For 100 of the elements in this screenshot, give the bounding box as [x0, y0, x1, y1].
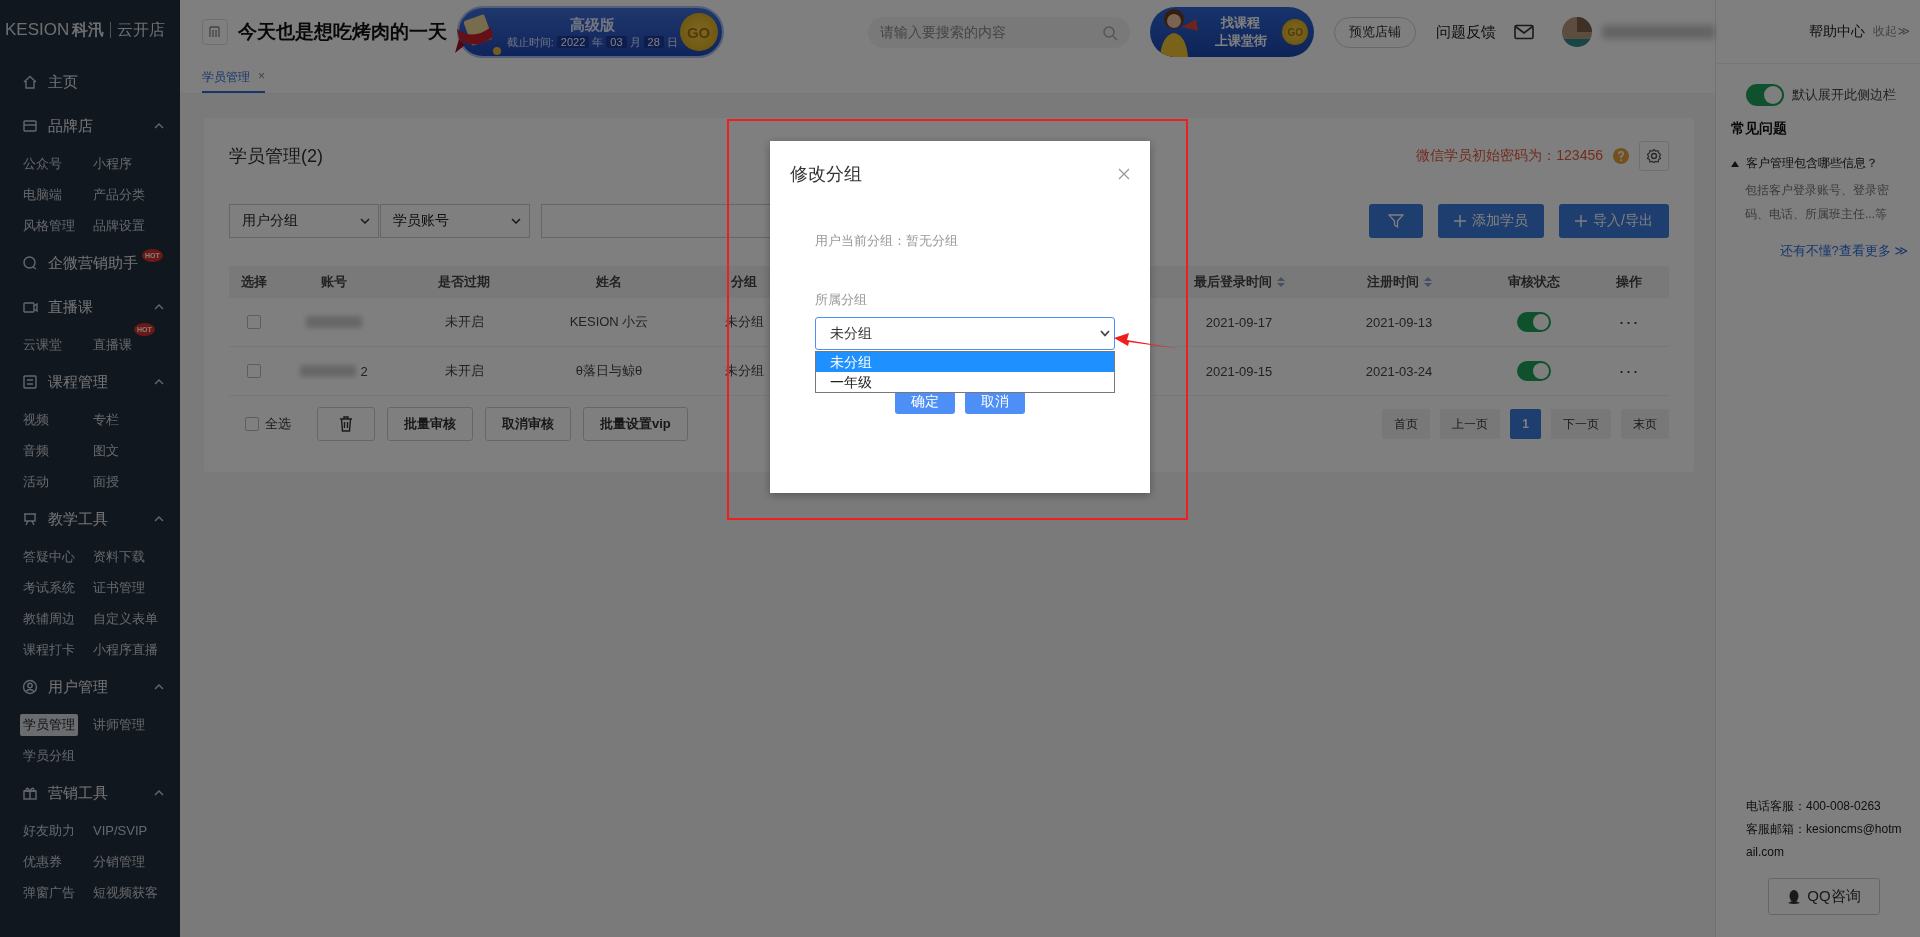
page-button[interactable]: 末页 [1621, 409, 1669, 439]
nav-item[interactable]: 答疑中心 [20, 545, 78, 568]
nav-group[interactable]: 营销工具 [0, 771, 180, 815]
dropdown-option[interactable]: 未分组 [816, 352, 1114, 372]
select-field[interactable]: 学员账号 [380, 204, 530, 238]
nav-item[interactable]: 优惠券 [20, 850, 65, 873]
nav-group[interactable]: 主页 [0, 60, 180, 104]
column-header[interactable]: 注册时间 [1319, 266, 1479, 298]
sort-icon [1423, 277, 1432, 287]
column-header[interactable]: 最后登录时间 [1159, 266, 1319, 298]
penguin-icon [1787, 888, 1802, 905]
settings-button[interactable] [1639, 141, 1669, 171]
checkbox[interactable] [245, 417, 259, 431]
table-cell: 未开启 [444, 362, 484, 380]
nav-item[interactable]: 公众号 [20, 152, 65, 175]
nav-item[interactable]: 风格管理 [20, 214, 78, 237]
settings-icon [1646, 148, 1662, 164]
close-button[interactable] [1116, 166, 1132, 182]
checkbox[interactable] [247, 364, 261, 378]
nav-item[interactable]: 分销管理 [90, 850, 148, 873]
nav-item[interactable]: 学员管理 [20, 713, 78, 736]
nav-item[interactable]: 云课堂 [20, 333, 65, 356]
nav-item[interactable]: 证书管理 [90, 576, 148, 599]
date-unit: 月 [629, 34, 641, 50]
nav-item[interactable]: 面授 [90, 470, 122, 493]
toggle-switch[interactable] [1746, 84, 1784, 106]
filter-icon [1388, 214, 1405, 228]
batch-button[interactable]: 批量审核 [387, 407, 473, 441]
feedback-link[interactable]: 问题反馈 [1436, 22, 1497, 42]
nav-item[interactable]: 教辅周边 [20, 607, 78, 630]
select-field[interactable]: 用户分组 [229, 204, 379, 238]
qq-button[interactable]: QQ咨询 [1768, 878, 1880, 915]
nav-group[interactable]: 品牌店 [0, 104, 180, 148]
nav-item[interactable]: 资料下载 [90, 545, 148, 568]
nav-item[interactable]: 直播课 [90, 333, 135, 356]
nav-item[interactable]: 讲师管理 [90, 713, 148, 736]
checkbox[interactable] [247, 315, 261, 329]
logo-text: 科汛 [72, 19, 105, 40]
nav-item[interactable]: VIP/SVIP [90, 821, 151, 840]
nav-item[interactable]: 短视频获客 [90, 881, 161, 904]
plus-icon [1575, 215, 1588, 227]
user-icon [22, 679, 38, 695]
nav-item[interactable]: 产品分类 [90, 183, 148, 206]
add-student-button[interactable]: 添加学员 [1438, 204, 1545, 238]
nav-group[interactable]: 教学工具 [0, 497, 180, 541]
nav-item[interactable]: 课程打卡 [20, 638, 78, 661]
preview-button[interactable]: 预览店铺 [1334, 16, 1417, 48]
nav-item[interactable]: 学员分组 [20, 744, 78, 767]
filter-button[interactable] [1369, 204, 1424, 238]
nav-item[interactable]: 品牌设置 [90, 214, 148, 237]
edition-label: 高级版 [569, 14, 615, 34]
close-tab-button[interactable]: × [258, 69, 265, 86]
toggle-label: 默认展开此侧边栏 [1792, 86, 1896, 104]
page-button[interactable]: 首页 [1382, 409, 1431, 439]
page-button[interactable]: 下一页 [1551, 409, 1611, 439]
table-cell: 未开启 [444, 313, 484, 331]
section-title: 常见问题 [1731, 120, 1788, 138]
search-icon [1101, 24, 1118, 41]
page-button[interactable]: 上一页 [1440, 409, 1501, 439]
delete-button[interactable] [317, 407, 375, 441]
more-button[interactable]: ··· [1618, 360, 1640, 382]
faq-answer: 包括客户登录账号、登录密码、电话、所属班主任...等 [1745, 182, 1890, 223]
nav-item[interactable]: 音频 [20, 439, 52, 462]
toggle-switch[interactable] [1517, 312, 1551, 332]
date-unit: 年 [592, 34, 604, 50]
logo-text: KESION [5, 20, 70, 40]
nav-item[interactable]: 小程序直播 [90, 638, 161, 661]
date-value: 03 [606, 36, 627, 48]
nav-item[interactable]: 自定义表单 [90, 607, 161, 630]
column-header: 审核状态 [1507, 273, 1561, 291]
faq-question[interactable]: 客户管理包含哪些信息？ [1731, 155, 1908, 172]
close-icon [1118, 168, 1130, 180]
easel-icon [22, 511, 38, 527]
group-select[interactable]: 未分组 [815, 317, 1115, 350]
table-cell: 2021-03-24 [1365, 363, 1433, 379]
chevron-down-icon [360, 218, 370, 224]
toggle-switch[interactable] [1517, 361, 1551, 381]
column-header: 分组 [730, 273, 758, 291]
nav-item[interactable]: 活动 [20, 470, 52, 493]
nav-item[interactable]: 好友助力 [20, 819, 78, 842]
sort-icon [1276, 277, 1285, 287]
nav-item[interactable]: 专栏 [90, 408, 122, 431]
date-value: 2022 [556, 36, 590, 48]
nav-item[interactable]: 视频 [20, 408, 52, 431]
shop-icon [22, 118, 38, 134]
nav-item[interactable]: 小程序 [90, 152, 135, 175]
batch-button[interactable]: 取消审核 [485, 407, 571, 441]
page-button[interactable]: 1 [1510, 409, 1541, 439]
more-button[interactable]: ··· [1618, 311, 1640, 333]
import-export-button[interactable]: 导入/导出 [1559, 204, 1669, 238]
nav-group[interactable]: 用户管理 [0, 665, 180, 709]
nav-group[interactable]: 课程管理 [0, 360, 180, 404]
password-note: 微信学员初始密码为：123456 [1416, 147, 1603, 165]
nav-item[interactable]: 考试系统 [20, 576, 78, 599]
more-link[interactable]: 还有不懂?查看更多 ≫ [1779, 242, 1908, 260]
nav-item[interactable]: 图文 [90, 439, 122, 462]
batch-button[interactable]: 批量设置vip [583, 407, 688, 441]
nav-item[interactable]: 弹窗广告 [20, 881, 78, 904]
table-cell: KESION 小云 [569, 313, 649, 331]
nav-item[interactable]: 电脑端 [20, 183, 65, 206]
